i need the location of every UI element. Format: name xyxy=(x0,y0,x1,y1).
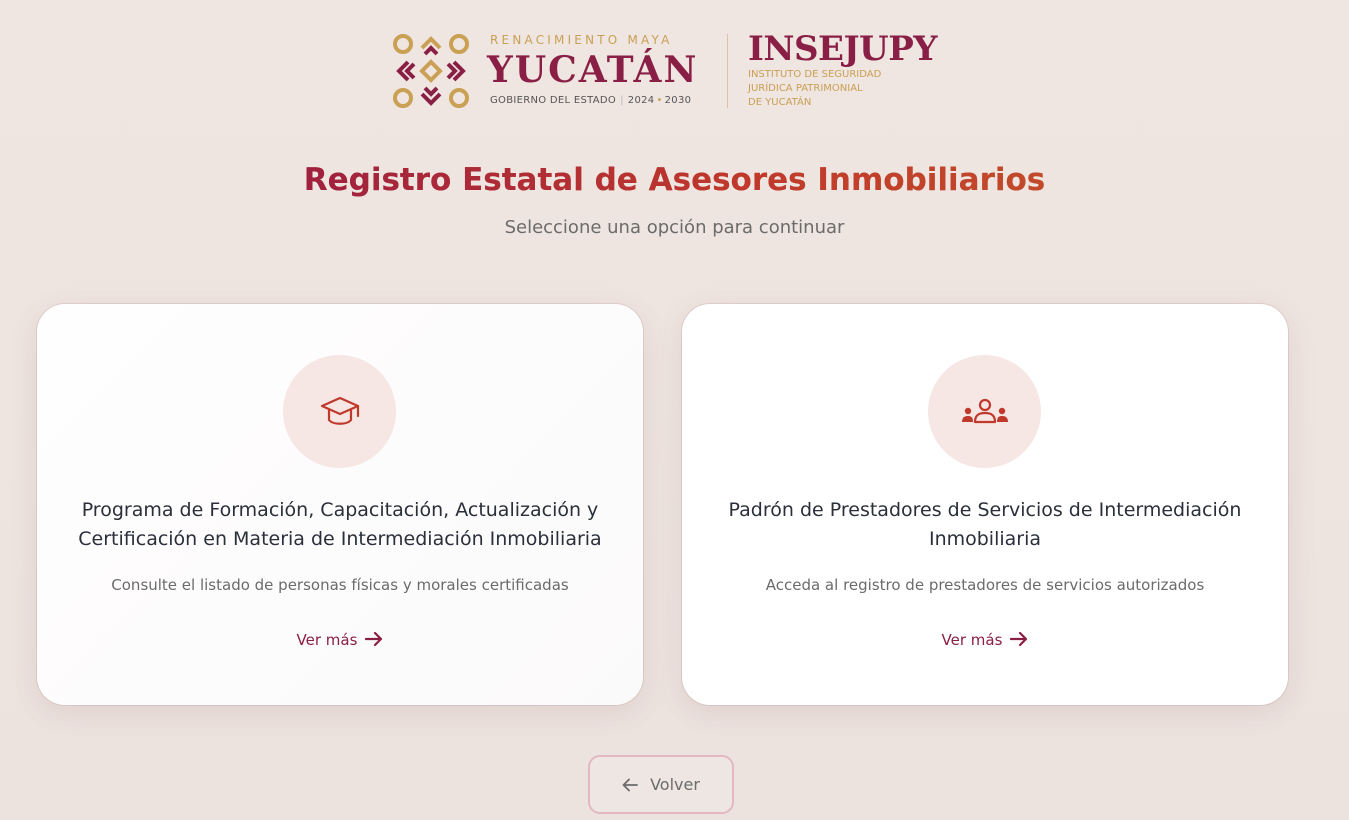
card-service-providers-registry[interactable]: Padrón de Prestadores de Servicios de In… xyxy=(682,304,1288,705)
users-group-icon xyxy=(961,398,1008,423)
card-description: Acceda al registro de prestadores de ser… xyxy=(765,576,1205,594)
page-header: RENACIMIENTO MAYA YUCATÁN GOBIERNO DEL E… xyxy=(0,30,1349,114)
card-title: Padrón de Prestadores de Servicios de In… xyxy=(728,499,1242,550)
insejupy-subtitle: INSTITUTO DE SEGURIDAD JURÍDICA PATRIMON… xyxy=(748,68,881,110)
yucatan-government-line: GOBIERNO DEL ESTADO | 2024 • 2030 xyxy=(490,95,691,106)
graduation-cap-icon xyxy=(320,396,359,425)
period-start: 2024 xyxy=(627,95,655,106)
arrow-left-icon xyxy=(622,778,638,792)
card-formation-program[interactable]: Programa de Formación, Capacitación, Act… xyxy=(37,304,643,705)
page-title: Registro Estatal de Asesores Inmobiliari… xyxy=(0,158,1349,202)
arrow-right-icon xyxy=(1010,631,1028,647)
yucatan-logo: RENACIMIENTO MAYA YUCATÁN GOBIERNO DEL E… xyxy=(392,30,712,114)
yucatan-government: GOBIERNO DEL ESTADO xyxy=(490,95,617,106)
back-button-label: Volver xyxy=(650,775,700,794)
card-title: Programa de Formación, Capacitación, Act… xyxy=(78,499,602,550)
insejupy-logo: INSEJUPY INSTITUTO DE SEGURIDAD JURÍDICA… xyxy=(748,30,948,114)
insejupy-subtitle-line2: JURÍDICA PATRIMONIAL xyxy=(748,83,863,94)
page-subtitle: Seleccione una opción para continuar xyxy=(504,217,845,238)
yucatan-tagline: RENACIMIENTO MAYA xyxy=(490,33,673,47)
insejupy-subtitle-line3: DE YUCATÁN xyxy=(748,97,812,108)
insejupy-wordmark: INSEJUPY xyxy=(748,29,938,69)
yucatan-emblem-icon xyxy=(393,34,469,108)
separator-bar: | xyxy=(620,95,624,106)
yucatan-wordmark: YUCATÁN xyxy=(487,49,699,91)
back-button[interactable]: Volver xyxy=(588,755,734,814)
period-dot: • xyxy=(656,95,663,106)
insejupy-subtitle-line1: INSTITUTO DE SEGURIDAD xyxy=(748,69,882,80)
arrow-right-icon xyxy=(365,631,383,647)
see-more-label: Ver más xyxy=(941,631,1003,649)
see-more-label: Ver más xyxy=(296,631,358,649)
card-icon-circle xyxy=(283,355,396,468)
card-icon-circle xyxy=(928,355,1041,468)
period-end: 2030 xyxy=(664,95,692,106)
see-more-link[interactable]: Ver más xyxy=(682,627,1288,653)
logo-divider xyxy=(727,34,728,108)
page-title-text: Registro Estatal de Asesores Inmobiliari… xyxy=(303,162,1046,198)
card-description: Consulte el listado de personas físicas … xyxy=(111,576,569,594)
see-more-link[interactable]: Ver más xyxy=(37,627,643,653)
